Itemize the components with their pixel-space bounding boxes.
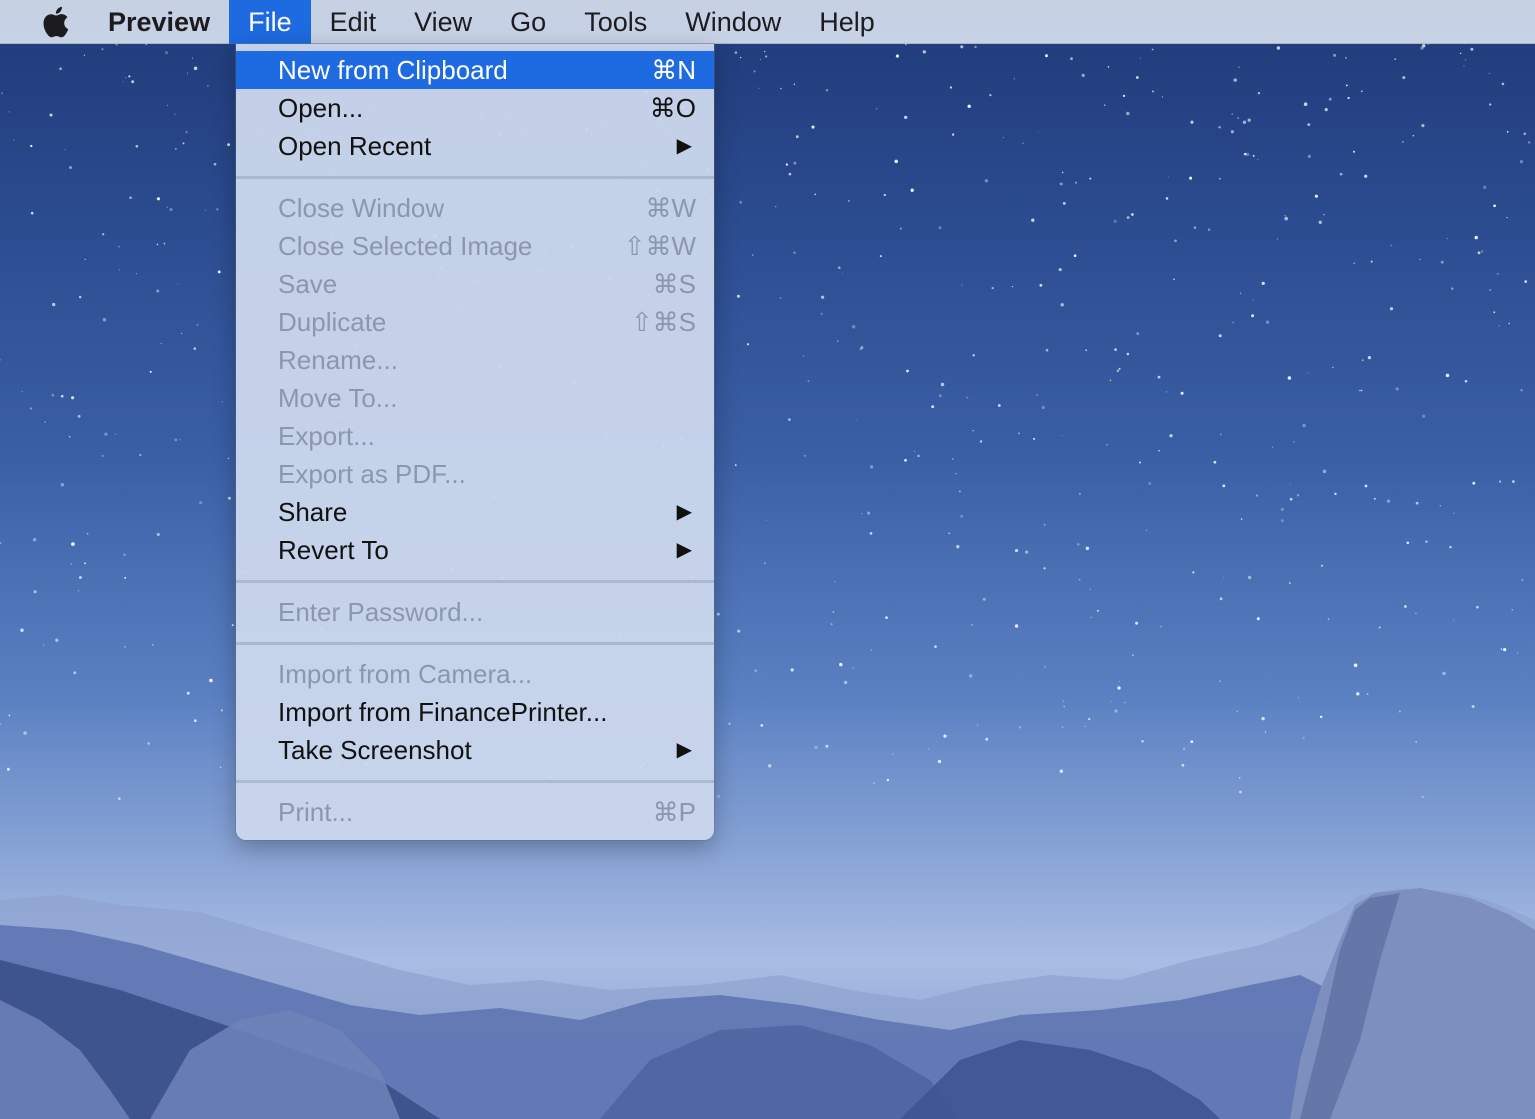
menu-item-export: Export...: [236, 417, 714, 455]
menu-separator: [236, 769, 714, 793]
menu-tools[interactable]: Tools: [565, 0, 666, 44]
menu-item-label: Revert To: [278, 535, 389, 565]
menu-item-rename: Rename...: [236, 341, 714, 379]
menu-item-open[interactable]: Open... ⌘O: [236, 89, 714, 127]
menu-window[interactable]: Window: [666, 0, 800, 44]
shortcut-label: ⌘N: [651, 55, 696, 85]
menu-item-label: Close Window: [278, 193, 445, 223]
menu-item-close-window: Close Window ⌘W: [236, 189, 714, 227]
menu-item-label: Move To...: [278, 383, 398, 413]
menu-help[interactable]: Help: [800, 0, 894, 44]
menu-separator: [236, 631, 714, 655]
menu-item-import-from-financeprinter[interactable]: Import from FinancePrinter...: [236, 693, 714, 731]
menu-go[interactable]: Go: [491, 0, 565, 44]
menu-item-label: Import from FinancePrinter...: [278, 697, 608, 727]
shortcut-label: ⌘O: [649, 93, 696, 123]
menu-item-open-recent[interactable]: Open Recent ▶: [236, 127, 714, 165]
menu-view[interactable]: View: [395, 0, 491, 44]
submenu-arrow-icon: ▶: [676, 739, 692, 761]
submenu-arrow-icon: ▶: [676, 135, 692, 157]
submenu-arrow-icon: ▶: [676, 539, 692, 561]
menu-item-print: Print... ⌘P: [236, 793, 714, 831]
menu-item-label: Rename...: [278, 345, 398, 375]
menu-item-move-to: Move To...: [236, 379, 714, 417]
desktop-wallpaper: [0, 0, 1535, 1119]
menu-item-label: Take Screenshot: [278, 735, 472, 765]
menu-item-label: New from Clipboard: [278, 55, 508, 85]
menu-preview[interactable]: Preview: [82, 0, 229, 44]
menu-item-export-as-pdf: Export as PDF...: [236, 455, 714, 493]
shortcut-label: ⌘W: [645, 193, 696, 223]
mountain-landscape: [0, 888, 1535, 1119]
menu-item-duplicate: Duplicate ⇧⌘S: [236, 303, 714, 341]
menu-bar: Preview File Edit View Go Tools Window H…: [0, 0, 1535, 44]
menu-item-label: Duplicate: [278, 307, 387, 337]
menu-edit[interactable]: Edit: [311, 0, 396, 44]
apple-logo-icon[interactable]: [28, 0, 82, 44]
menu-item-share[interactable]: Share ▶: [236, 493, 714, 531]
menu-item-label: Open...: [278, 93, 364, 123]
menu-item-revert-to[interactable]: Revert To ▶: [236, 531, 714, 569]
menu-file[interactable]: File: [229, 0, 311, 44]
menu-item-import-from-camera: Import from Camera...: [236, 655, 714, 693]
menu-item-label: Import from Camera...: [278, 659, 533, 689]
menu-item-label: Open Recent: [278, 131, 432, 161]
file-menu-dropdown: New from Clipboard ⌘N Open... ⌘O Open Re…: [236, 44, 714, 840]
menu-item-label: Export...: [278, 421, 375, 451]
shortcut-label: ⇧⌘S: [630, 307, 696, 337]
menu-item-label: Share: [278, 497, 348, 527]
shortcut-label: ⇧⌘W: [623, 231, 696, 261]
menu-item-enter-password: Enter Password...: [236, 593, 714, 631]
menu-item-label: Enter Password...: [278, 597, 484, 627]
shortcut-label: ⌘S: [652, 269, 696, 299]
menu-item-close-selected-image: Close Selected Image ⇧⌘W: [236, 227, 714, 265]
menu-item-label: Save: [278, 269, 338, 299]
menu-item-label: Print...: [278, 797, 354, 827]
menu-item-label: Close Selected Image: [278, 231, 533, 261]
menu-item-save: Save ⌘S: [236, 265, 714, 303]
submenu-arrow-icon: ▶: [676, 501, 692, 523]
menu-separator: [236, 165, 714, 189]
menu-item-take-screenshot[interactable]: Take Screenshot ▶: [236, 731, 714, 769]
menu-separator: [236, 569, 714, 593]
shortcut-label: ⌘P: [652, 797, 696, 827]
menu-item-label: Export as PDF...: [278, 459, 466, 489]
menu-item-new-from-clipboard[interactable]: New from Clipboard ⌘N: [236, 51, 714, 89]
